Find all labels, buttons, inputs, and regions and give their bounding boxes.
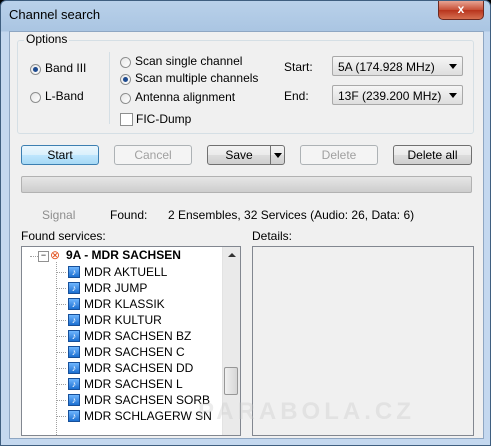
scroll-up-icon[interactable] — [223, 247, 240, 264]
found-summary: 2 Ensembles, 32 Services (Audio: 26, Dat… — [168, 208, 415, 222]
service-item[interactable]: MDR KLASSIK — [84, 297, 165, 313]
close-button[interactable]: x — [438, 1, 484, 20]
channel-search-window: Channel search x Options Band III L-Band… — [0, 0, 491, 446]
end-channel-value: 13F (239.200 MHz) — [338, 89, 442, 103]
save-dropdown-button[interactable] — [270, 145, 285, 165]
end-channel-select[interactable]: 13F (239.200 MHz) — [332, 85, 463, 105]
audio-service-icon: ♪ — [68, 282, 80, 294]
antenna-alignment-label[interactable]: Antenna alignment — [135, 90, 235, 104]
found-label: Found: — [110, 208, 148, 222]
ensemble-node[interactable]: 9A - MDR SACHSEN — [66, 248, 181, 264]
found-services-label: Found services: — [21, 229, 106, 243]
start-channel-select[interactable]: 5A (174.928 MHz) — [332, 56, 463, 76]
scan-progress-bar — [21, 176, 472, 193]
details-label: Details: — [252, 229, 293, 243]
chevron-down-icon — [274, 153, 282, 158]
audio-service-icon: ♪ — [68, 394, 80, 406]
collapse-icon[interactable]: − — [38, 251, 49, 262]
audio-service-icon: ♪ — [68, 362, 80, 374]
watermark: PARABOLA.CZ — [198, 398, 415, 425]
fic-dump-label[interactable]: FIC-Dump — [136, 112, 191, 126]
start-channel-label: Start: — [284, 60, 313, 74]
service-item[interactable]: MDR SACHSEN SORB — [84, 393, 210, 409]
dialog-client-area: Options Band III L-Band Scan single chan… — [9, 31, 484, 439]
start-channel-value: 5A (174.928 MHz) — [338, 60, 435, 74]
start-button[interactable]: Start — [21, 145, 99, 165]
service-item[interactable]: MDR SACHSEN L — [84, 377, 183, 393]
chevron-down-icon — [449, 64, 457, 69]
antenna-alignment-radio[interactable] — [120, 93, 131, 104]
scroll-thumb[interactable] — [224, 367, 238, 395]
l-band-radio[interactable] — [30, 92, 41, 103]
antenna-icon: ⊗ — [50, 248, 61, 262]
service-item[interactable]: MDR KULTUR — [84, 313, 162, 329]
audio-service-icon: ♪ — [68, 346, 80, 358]
options-legend: Options — [24, 32, 70, 46]
band-iii-radio[interactable] — [30, 64, 41, 75]
service-item[interactable]: MDR SACHSEN DD — [84, 361, 193, 377]
service-item[interactable]: MDR SACHSEN BZ — [84, 329, 191, 345]
delete-all-button[interactable]: Delete all — [393, 145, 472, 165]
delete-button[interactable]: Delete — [300, 145, 378, 165]
end-channel-label: End: — [284, 89, 309, 103]
window-title: Channel search — [9, 7, 101, 22]
fic-dump-checkbox[interactable] — [120, 113, 133, 126]
audio-service-icon: ♪ — [68, 314, 80, 326]
options-divider — [109, 52, 110, 124]
audio-service-icon: ♪ — [68, 410, 80, 422]
save-button[interactable]: Save — [207, 145, 271, 165]
service-item[interactable]: MDR SACHSEN C — [84, 345, 185, 361]
scan-single-radio[interactable] — [120, 57, 131, 68]
chevron-down-icon — [449, 93, 457, 98]
service-item[interactable]: MDR SCHLAGERW SN — [84, 409, 212, 425]
scan-multiple-label[interactable]: Scan multiple channels — [135, 71, 258, 85]
scan-multiple-radio[interactable] — [120, 74, 131, 85]
cancel-button[interactable]: Cancel — [114, 145, 192, 165]
audio-service-icon: ♪ — [68, 330, 80, 342]
service-item[interactable]: MDR AKTUELL — [84, 265, 167, 281]
service-item[interactable]: MDR JUMP — [84, 281, 147, 297]
band-iii-label[interactable]: Band III — [45, 61, 86, 75]
signal-label: Signal — [42, 208, 76, 222]
audio-service-icon: ♪ — [68, 266, 80, 278]
audio-service-icon: ♪ — [68, 298, 80, 310]
audio-service-icon: ♪ — [68, 378, 80, 390]
scan-single-label[interactable]: Scan single channel — [135, 54, 242, 68]
l-band-label[interactable]: L-Band — [45, 89, 84, 103]
